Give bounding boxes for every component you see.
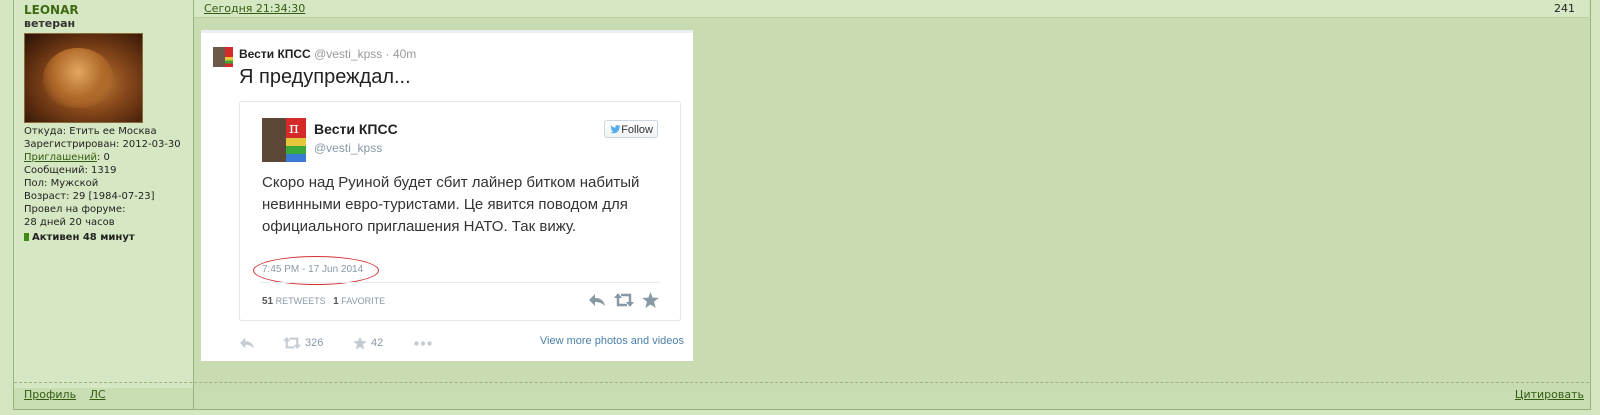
author-active-status: Активен 48 минут <box>24 232 135 243</box>
reply-icon[interactable] <box>588 292 606 308</box>
post-timestamp-link[interactable]: Сегодня 21:34:30 <box>204 2 305 15</box>
reply-icon[interactable] <box>239 336 255 350</box>
tweet-avatar[interactable] <box>213 47 233 67</box>
author-invites: Приглашений: 0 <box>24 151 110 164</box>
post-number: 241 <box>1554 2 1575 15</box>
quoted-tweet-body: Скоро над Руиной будет сбит лайнер битко… <box>262 174 640 235</box>
quoted-tweet-card[interactable]: π Вести КПСС @vesti_kpss Follow Скоро на… <box>239 101 681 321</box>
author-registered: Зарегистрирован: 2012-03-30 <box>24 139 181 150</box>
tweet-author-name[interactable]: Вести КПСС <box>239 47 311 61</box>
twitter-bird-icon <box>610 125 621 134</box>
retweets-label: RETWEETS <box>275 296 326 306</box>
footer-column-divider <box>193 382 194 409</box>
quoted-tweet-actions <box>588 292 660 310</box>
post-footer-links: Профиль ЛС <box>24 388 116 401</box>
avatar <box>24 33 143 123</box>
quote-link[interactable]: Цитировать <box>1515 388 1584 401</box>
favorite-star-icon[interactable] <box>353 336 367 350</box>
tweet-header: Вести КПСС @vesti_kpss · 40m <box>239 47 416 61</box>
author-forum-time-value: 28 дней 20 часов <box>24 217 115 228</box>
quoted-tweet-date[interactable]: 7:45 PM - 17 Jun 2014 <box>262 264 363 275</box>
retweets-count: 51 <box>262 296 274 307</box>
online-indicator-icon <box>24 233 29 241</box>
pi-logo-icon: π <box>289 119 299 137</box>
author-forum-time-label: Провел на форуме: <box>24 204 126 215</box>
author-rank: ветеран <box>24 17 76 30</box>
author-gender: Пол: Мужской <box>24 178 99 189</box>
view-more-link[interactable]: View more photos and videos <box>540 335 684 347</box>
pm-link[interactable]: ЛС <box>90 388 106 401</box>
author-messages: Сообщений: 1319 <box>24 165 117 176</box>
profile-link[interactable]: Профиль <box>24 388 76 401</box>
favorite-star-icon[interactable] <box>642 292 659 308</box>
tweet-text: Я предупреждал... <box>239 66 411 88</box>
favorites-label: FAVORITE <box>341 296 386 306</box>
tweet-actions: 326 42 View more photos and videos <box>239 335 684 353</box>
embedded-tweet: Вести КПСС @vesti_kpss · 40m Я предупреж… <box>201 30 693 361</box>
retweet-icon[interactable] <box>283 336 301 350</box>
follow-button[interactable]: Follow <box>604 120 658 138</box>
retweet-count: 326 <box>305 337 324 349</box>
tweet-meta: @vesti_kpss · 40m <box>314 47 417 61</box>
retweet-icon[interactable] <box>614 292 634 308</box>
quoted-tweet-avatar[interactable] <box>262 118 306 162</box>
follow-label: Follow <box>621 124 653 136</box>
author-age: Возраст: 29 [1984-07-23] <box>24 191 155 202</box>
footer-divider <box>14 382 1589 383</box>
active-label: Активен 48 минут <box>32 232 135 243</box>
divider <box>260 282 660 283</box>
quoted-tweet-stats: 51 RETWEETS 1 FAVORITE <box>262 296 385 307</box>
favorites-count: 1 <box>333 296 339 307</box>
invites-link[interactable]: Приглашений <box>24 152 97 163</box>
author-from: Откуда: Етить ее Москва <box>24 126 157 137</box>
quoted-tweet-handle[interactable]: @vesti_kpss <box>314 141 382 155</box>
favorite-count: 42 <box>371 337 384 349</box>
invites-value: : 0 <box>96 152 110 163</box>
more-dots-icon[interactable] <box>414 341 432 346</box>
quoted-tweet-author-name[interactable]: Вести КПСС <box>314 121 398 137</box>
post-header: Сегодня 21:34:30 241 <box>194 0 1589 18</box>
author-name[interactable]: LEONAR <box>24 3 79 17</box>
